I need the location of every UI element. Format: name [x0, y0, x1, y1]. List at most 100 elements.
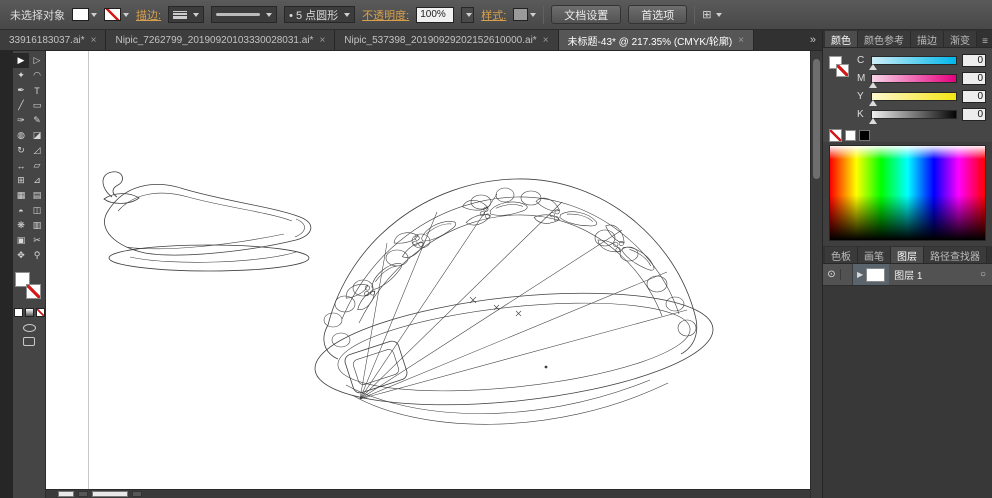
paintbrush-tool[interactable]: ✑: [13, 113, 29, 128]
mesh-tool[interactable]: ▦: [13, 188, 29, 203]
black-value[interactable]: 0: [962, 108, 986, 121]
tab-swatches[interactable]: 色板: [825, 247, 858, 263]
fill-color-picker[interactable]: [72, 8, 97, 21]
tab-layers[interactable]: 图层: [891, 247, 924, 263]
color-spectrum[interactable]: [829, 145, 986, 241]
column-graph-tool[interactable]: ▥: [29, 218, 45, 233]
magenta-value[interactable]: 0: [962, 72, 986, 85]
tab-stroke[interactable]: 描边: [911, 31, 944, 47]
selection-tool[interactable]: ▶: [13, 53, 29, 68]
rotate-tool[interactable]: ↻: [13, 143, 29, 158]
pencil-tool[interactable]: ✎: [29, 113, 45, 128]
status-artboard-nav-field[interactable]: [92, 491, 128, 497]
zoom-tool[interactable]: ⚲: [29, 248, 45, 263]
document-tab[interactable]: Nipic_7262799_20190920103330028031.ai* ×: [106, 30, 335, 50]
stroke-color-picker[interactable]: [104, 8, 129, 21]
layer-row[interactable]: ⊙ ▶ 图层 1 ○: [823, 264, 992, 286]
document-tab-active[interactable]: 未标题-43* @ 217.35% (CMYK/轮廓) ×: [559, 30, 754, 50]
lasso-tool[interactable]: ◠: [29, 68, 45, 83]
status-dropdown[interactable]: [78, 491, 88, 497]
cyan-slider[interactable]: [871, 56, 957, 65]
close-icon[interactable]: ×: [319, 35, 325, 46]
width-tool[interactable]: ↔: [13, 158, 29, 173]
tab-brushes[interactable]: 画笔: [858, 247, 891, 263]
color-mode-button[interactable]: [14, 308, 23, 317]
blob-brush-tool[interactable]: ◍: [13, 128, 29, 143]
shape-builder-tool[interactable]: ⊞: [13, 173, 29, 188]
tab-color[interactable]: 颜色: [825, 31, 858, 47]
tab-pathfinder[interactable]: 路径查找器: [924, 247, 987, 263]
close-icon[interactable]: ×: [738, 35, 744, 46]
artwork-outline-preview[interactable]: [46, 51, 810, 489]
expand-arrow-icon[interactable]: ▶: [857, 270, 863, 279]
pen-tool[interactable]: ✒: [13, 83, 29, 98]
yellow-slider[interactable]: [871, 92, 957, 101]
magic-wand-tool[interactable]: ✦: [13, 68, 29, 83]
gradient-mode-button[interactable]: [25, 308, 34, 317]
visibility-toggle[interactable]: ⊙: [823, 269, 841, 280]
layer-thumb-area[interactable]: ▶: [853, 264, 889, 285]
slider-knob[interactable]: [869, 82, 877, 88]
fill-swatch[interactable]: [72, 8, 89, 21]
opacity-panel-link[interactable]: 不透明度:: [362, 7, 409, 23]
stroke-weight-dropdown[interactable]: [168, 6, 204, 23]
eraser-tool[interactable]: ◪: [29, 128, 45, 143]
tab-overflow-icon[interactable]: »: [804, 30, 822, 50]
slider-knob[interactable]: [869, 118, 877, 124]
eyedropper-tool[interactable]: ◓: [13, 203, 29, 218]
line-segment-tool[interactable]: ╱: [13, 98, 29, 113]
target-circle-icon[interactable]: ○: [980, 269, 986, 280]
yellow-value[interactable]: 0: [962, 90, 986, 103]
stroke-none-swatch[interactable]: [104, 8, 121, 21]
canvas-vertical-scrollbar[interactable]: [810, 51, 822, 498]
close-icon[interactable]: ×: [543, 35, 549, 46]
free-transform-tool[interactable]: ▱: [29, 158, 45, 173]
stroke-indicator[interactable]: [836, 64, 849, 77]
none-mode-button[interactable]: [36, 308, 45, 317]
black-slider[interactable]: [871, 110, 957, 119]
magenta-slider[interactable]: [871, 74, 957, 83]
tab-color-guide[interactable]: 颜色参考: [858, 31, 911, 47]
artboard-tool[interactable]: ▣: [13, 233, 29, 248]
stroke-indicator[interactable]: [26, 284, 41, 299]
canvas[interactable]: [46, 51, 810, 489]
direct-selection-tool[interactable]: ▷: [29, 53, 45, 68]
slice-tool[interactable]: ✂: [29, 233, 45, 248]
cyan-value[interactable]: 0: [962, 54, 986, 67]
workspace-switcher[interactable]: ⊞: [702, 8, 721, 21]
document-tab[interactable]: Nipic_537398_20190929202152610000.ai* ×: [335, 30, 558, 50]
status-nav-button[interactable]: [132, 491, 142, 497]
rectangle-tool[interactable]: ▭: [29, 98, 45, 113]
slider-knob[interactable]: [869, 100, 877, 106]
fill-stroke-mini[interactable]: [827, 54, 853, 121]
layer-name[interactable]: 图层 1: [894, 267, 922, 282]
drawing-modes-icon[interactable]: [23, 324, 36, 332]
blend-tool[interactable]: ◫: [29, 203, 45, 218]
black-swatch[interactable]: [859, 130, 870, 141]
brush-definition-dropdown[interactable]: • 5 点圆形: [284, 6, 355, 23]
width-profile-dropdown[interactable]: [211, 6, 277, 23]
tab-gradient[interactable]: 渐变: [944, 31, 977, 47]
gradient-tool[interactable]: ▤: [29, 188, 45, 203]
type-tool[interactable]: T: [29, 83, 45, 98]
status-zoom-field[interactable]: [58, 491, 74, 497]
preferences-button[interactable]: 首选项: [628, 5, 687, 24]
opacity-dropdown-button[interactable]: [461, 7, 474, 23]
document-tab[interactable]: 33916183037.ai* ×: [0, 30, 106, 50]
scrollbar-thumb[interactable]: [813, 59, 820, 179]
symbol-sprayer-tool[interactable]: ❋: [13, 218, 29, 233]
slider-knob[interactable]: [869, 64, 877, 70]
hand-tool[interactable]: ✥: [13, 248, 29, 263]
white-swatch[interactable]: [845, 130, 856, 141]
close-icon[interactable]: ×: [91, 35, 97, 46]
fill-stroke-indicator[interactable]: [14, 271, 44, 303]
opacity-input[interactable]: 100%: [416, 7, 454, 23]
style-panel-link[interactable]: 样式:: [481, 7, 506, 23]
style-picker[interactable]: [513, 8, 536, 21]
screen-mode-icon[interactable]: [23, 337, 35, 346]
document-setup-button[interactable]: 文档设置: [551, 5, 621, 24]
lock-toggle[interactable]: [841, 264, 853, 285]
stroke-panel-link[interactable]: 描边:: [136, 7, 161, 23]
style-swatch[interactable]: [513, 8, 528, 21]
none-swatch[interactable]: [829, 129, 842, 142]
